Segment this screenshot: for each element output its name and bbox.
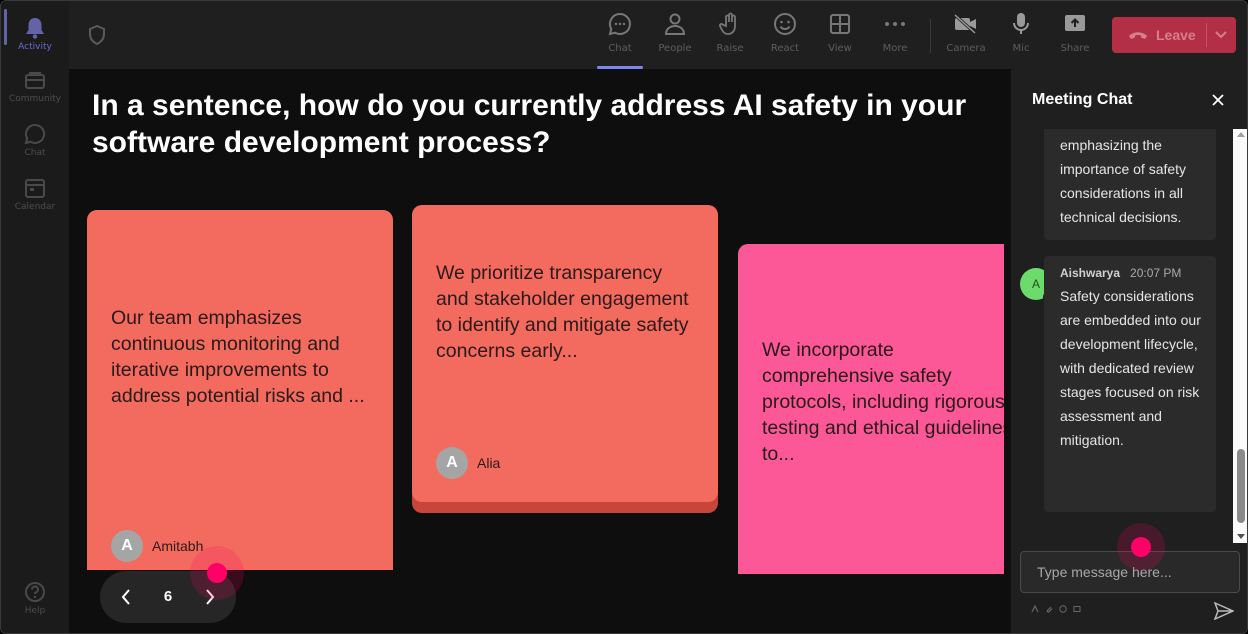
community-icon xyxy=(23,68,47,92)
chat-icon xyxy=(23,122,47,146)
message-meta: Aishwarya 20:07 PM xyxy=(1060,266,1181,280)
raise-hand-icon xyxy=(717,11,743,37)
toolbar-mic-button[interactable]: Mic xyxy=(996,11,1046,61)
chat-scrollbar[interactable] xyxy=(1233,129,1247,543)
toolbar-raise-button[interactable]: Raise xyxy=(705,11,755,61)
question-title: In a sentence, how do you currently addr… xyxy=(92,89,967,159)
chat-message: Aishwarya 20:07 PM Safety considerations … xyxy=(1044,256,1216,512)
page-number: 6 xyxy=(163,588,173,605)
card-author: A Amitabh xyxy=(111,530,203,562)
rail-item-label: Help xyxy=(24,606,46,616)
author-name: Amitabh xyxy=(152,538,204,554)
chevron-left-icon[interactable] xyxy=(108,579,144,615)
toolbar-label: Raise xyxy=(716,43,744,54)
message-time: 20:07 PM xyxy=(1130,266,1182,280)
more-icon xyxy=(882,11,908,37)
toolbar-label: People xyxy=(658,43,692,54)
toolbar-people-button[interactable]: People xyxy=(650,11,700,61)
left-rail: Activity Community Chat Calendar Help xyxy=(1,1,69,633)
avatar: A xyxy=(111,530,143,562)
card-author: A Alia xyxy=(436,447,500,479)
rail-item-chat[interactable]: Chat xyxy=(7,115,63,165)
share-icon xyxy=(1062,11,1088,37)
toolbar-more-button[interactable]: More xyxy=(870,11,920,61)
emoji-icon[interactable] xyxy=(1059,605,1067,613)
bell-icon xyxy=(23,16,47,40)
rail-item-label: Calendar xyxy=(14,202,56,212)
toolbar-view-button[interactable]: View xyxy=(815,11,865,61)
composer-toolbar xyxy=(1031,605,1081,615)
rail-item-help[interactable]: Help xyxy=(7,573,63,623)
scroll-up-arrow-icon[interactable] xyxy=(1237,132,1245,137)
chevron-down-icon[interactable] xyxy=(1212,26,1230,44)
scroll-thumb[interactable] xyxy=(1237,449,1245,523)
rail-item-calendar[interactable]: Calendar xyxy=(7,169,63,219)
response-card[interactable]: Our team emphasizes continuous monitorin… xyxy=(87,210,393,570)
image-icon[interactable] xyxy=(1073,605,1081,613)
cursor-indicator xyxy=(190,546,244,600)
smiley-icon xyxy=(772,11,798,37)
toolbar-divider xyxy=(930,19,931,53)
toolbar-label: Mic xyxy=(1012,43,1030,54)
attach-icon[interactable] xyxy=(1045,605,1053,613)
author-name: Alia xyxy=(477,455,501,471)
app-window: Activity Community Chat Calendar Help Ch… xyxy=(0,0,1248,634)
toolbar-label: View xyxy=(828,43,852,54)
toolbar-label: Camera xyxy=(946,43,986,54)
toolbar-label: More xyxy=(882,43,908,54)
meeting-stage: In a sentence, how do you currently addr… xyxy=(69,69,1011,633)
shield-icon[interactable] xyxy=(87,24,107,46)
chat-title: Meeting Chat xyxy=(1032,91,1133,108)
camera-off-icon xyxy=(953,11,979,37)
card-text: We incorporate comprehensive safety prot… xyxy=(762,339,1004,465)
toolbar-label: Share xyxy=(1060,43,1090,54)
toolbar-camera-button[interactable]: Camera xyxy=(941,11,991,61)
leave-divider xyxy=(1206,23,1207,47)
chat-icon xyxy=(607,11,633,37)
format-icon[interactable] xyxy=(1031,605,1039,613)
rail-item-label: Activity xyxy=(18,42,52,52)
grid-icon xyxy=(827,11,853,37)
send-icon[interactable] xyxy=(1213,601,1235,621)
mic-icon xyxy=(1008,11,1034,37)
response-card[interactable]: We prioritize transparency and stakehold… xyxy=(412,205,718,502)
toolbar-react-button[interactable]: React xyxy=(760,11,810,61)
people-icon xyxy=(662,11,688,37)
help-icon xyxy=(23,580,47,604)
toolbar-label: React xyxy=(770,43,800,54)
leave-label: Leave xyxy=(1156,27,1196,43)
message-text: emphasizing the importance of safety con… xyxy=(1060,137,1187,225)
leave-button[interactable]: Leave xyxy=(1112,17,1236,53)
card-text: We prioritize transparency and stakehold… xyxy=(436,262,689,362)
message-sender: Aishwarya xyxy=(1060,266,1121,280)
response-card[interactable]: We incorporate comprehensive safety prot… xyxy=(738,244,1004,574)
chat-header: Meeting Chat xyxy=(1011,69,1247,129)
chat-message: emphasizing the importance of safety con… xyxy=(1044,129,1216,240)
rail-item-community[interactable]: Community xyxy=(7,61,63,111)
toolbar-label: Chat xyxy=(608,43,632,54)
rail-item-activity[interactable]: Activity xyxy=(7,9,63,59)
card-text: Our team emphasizes continuous monitorin… xyxy=(111,307,365,407)
scroll-down-arrow-icon[interactable] xyxy=(1237,534,1245,539)
rail-item-label: Community xyxy=(8,94,62,104)
calendar-icon xyxy=(23,176,47,200)
toolbar-share-button[interactable]: Share xyxy=(1050,11,1100,61)
cursor-indicator xyxy=(1117,523,1165,571)
message-text: Safety considerations are embedded into … xyxy=(1060,288,1201,448)
chat-messages[interactable]: emphasizing the importance of safety con… xyxy=(1011,129,1233,543)
phone-hangup-icon xyxy=(1128,25,1148,45)
rail-item-label: Chat xyxy=(24,148,46,158)
avatar: A xyxy=(436,447,468,479)
chat-panel: Meeting Chat emphasizing the importance … xyxy=(1011,69,1247,633)
meeting-toolbar: Chat People Raise React View More Camera… xyxy=(69,1,1247,69)
toolbar-chat-button[interactable]: Chat xyxy=(595,11,645,69)
close-icon[interactable] xyxy=(1208,90,1228,110)
